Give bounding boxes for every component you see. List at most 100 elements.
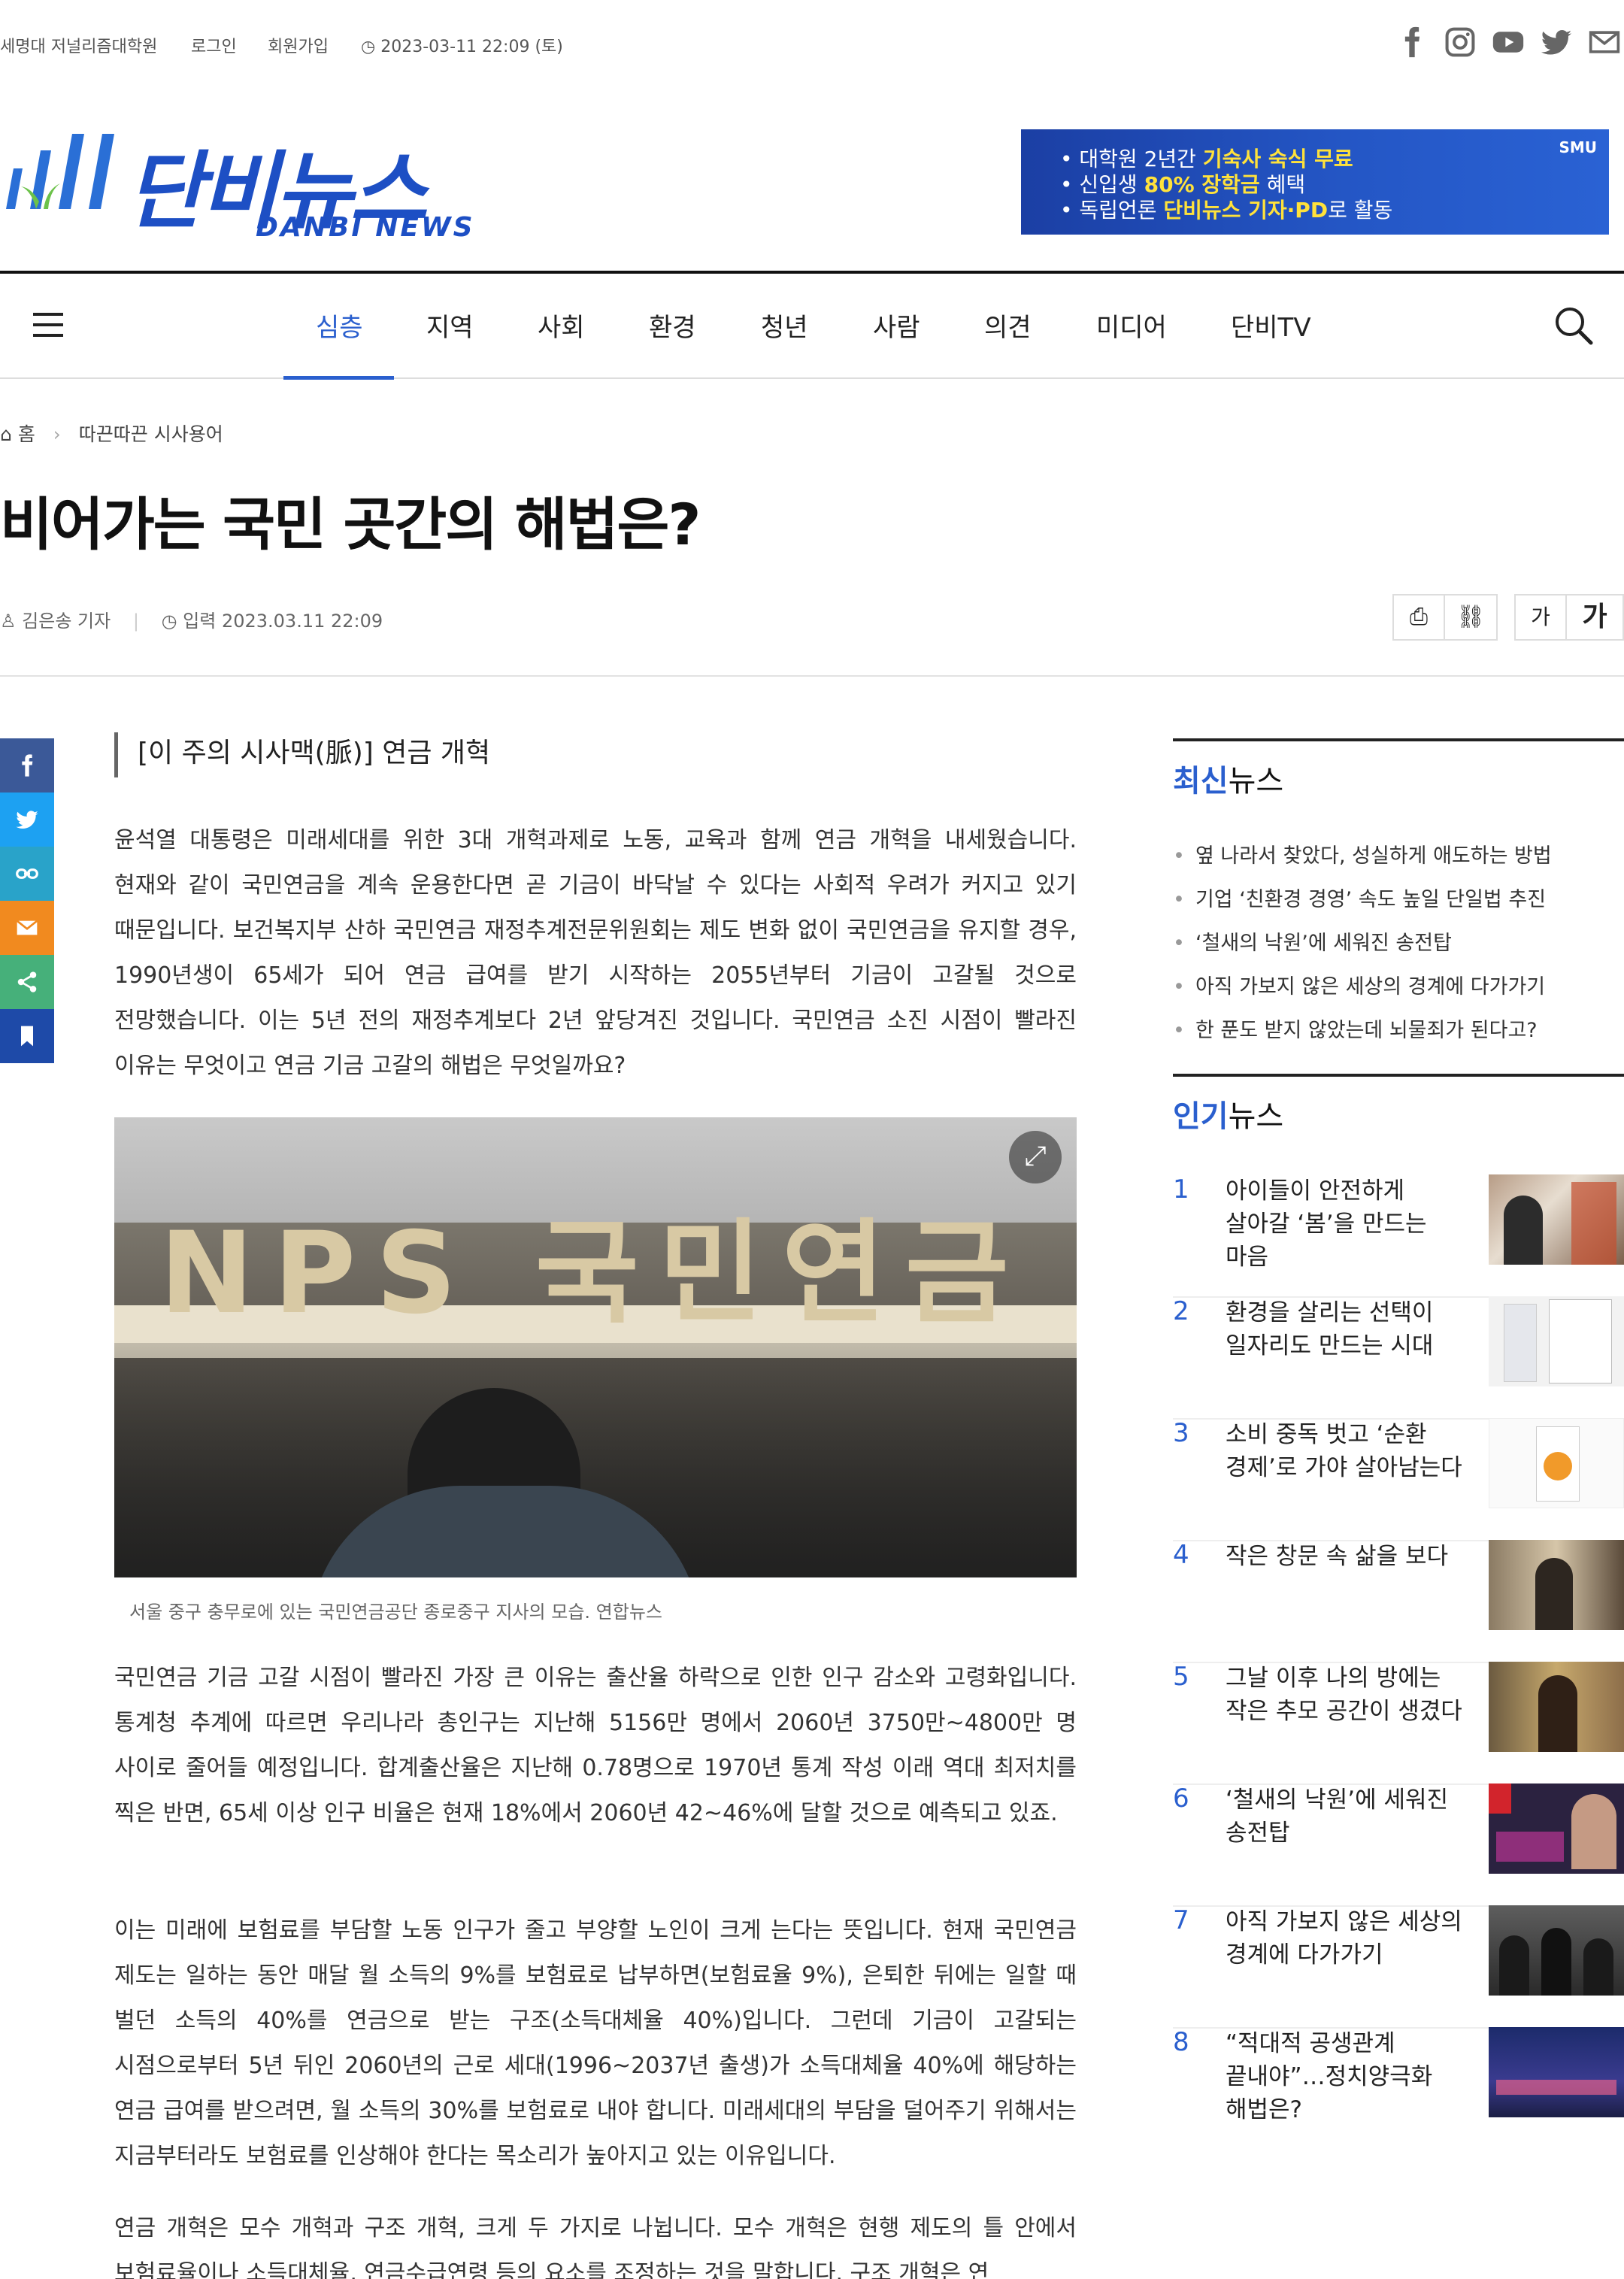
chevron-right-icon: › — [53, 423, 61, 445]
nav-item-society[interactable]: 사회 — [538, 307, 585, 344]
search-icon[interactable] — [1552, 304, 1594, 346]
link-icon: ⛓ — [1456, 604, 1486, 630]
share-facebook-button[interactable] — [0, 738, 54, 792]
admission-banner[interactable]: • 대학원 2년간 기숙사 숙식 무료 • 신입생 80% 장학금 혜택 • 독… — [1021, 129, 1609, 235]
share-more-button[interactable] — [0, 955, 54, 1009]
header-divider — [0, 675, 1624, 677]
popular-news-title[interactable]: 아직 가보지 않은 세상의 경계에 다가가기 — [1226, 1905, 1474, 1971]
nav-active-indicator — [283, 376, 394, 380]
popular-news-thumbnail[interactable] — [1489, 1540, 1624, 1630]
facebook-icon[interactable] — [1395, 26, 1429, 59]
latest-news-item[interactable]: • 한 푼도 받지 않았는데 뇌물죄가 된다고? — [1173, 1014, 1538, 1043]
article-paragraph-1: 윤석열 대통령은 미래세대를 위한 3대 개혁과제로 노동, 교육과 함께 연금… — [114, 827, 1077, 1079]
popular-news-item[interactable]: 7 아직 가보지 않은 세상의 경계에 다가가기 — [1173, 1905, 1624, 2018]
bookmark-button[interactable] — [0, 1009, 54, 1063]
home-icon[interactable]: ⌂ — [0, 423, 12, 445]
site-logo[interactable]: 단비뉴스 DANBI NEWS — [0, 120, 473, 248]
mail-icon — [16, 920, 38, 935]
rank-number: 7 — [1173, 1905, 1189, 1935]
rank-number: 8 — [1173, 2027, 1189, 2057]
twitter-icon[interactable] — [1540, 26, 1573, 59]
popular-news-item[interactable]: 1 아이들이 안전하게 살아갈 ‘봄’을 만드는 마음 — [1173, 1174, 1624, 1287]
share-email-button[interactable] — [0, 901, 54, 955]
nav-item-media[interactable]: 미디어 — [1096, 307, 1167, 344]
share-twitter-button[interactable] — [0, 792, 54, 847]
rank-number: 2 — [1173, 1296, 1189, 1326]
popular-news-title[interactable]: “적대적 공생관계 끝내야”…정치양극화 해법은? — [1226, 2027, 1474, 2126]
font-larger-button[interactable]: 가 — [1567, 594, 1624, 641]
author-name: 김은송 기자 — [22, 611, 111, 632]
latest-news-item[interactable]: • 기업 ‘친환경 경영’ 속도 높일 단일법 추진 — [1173, 883, 1546, 912]
photo-sign-text: NPS 국민연금 — [159, 1208, 1029, 1339]
expand-icon[interactable]: ⤢ — [1009, 1131, 1062, 1183]
signup-link[interactable]: 회원가입 — [268, 33, 329, 57]
youtube-icon[interactable] — [1492, 26, 1525, 59]
nav-item-danbitv[interactable]: 단비TV — [1231, 307, 1311, 344]
popular-news-title[interactable]: 소비 중독 벗고 ‘순환 경제’로 가야 살아남는다 — [1226, 1418, 1474, 1484]
datetime-text: 2023-03-11 22:09 (토) — [380, 38, 563, 56]
popular-news-heading: 인기뉴스 — [1173, 1099, 1284, 1134]
rank-number: 1 — [1173, 1174, 1189, 1205]
article-paragraph-4: 연금 개혁은 모수 개혁과 구조 개혁, 크게 두 가지로 나뉩니다. 모수 개… — [114, 2215, 1077, 2279]
rank-number: 4 — [1173, 1540, 1189, 1570]
article-photo[interactable]: NPS 국민연금 ⤢ — [114, 1117, 1077, 1577]
popular-news-thumbnail[interactable] — [1489, 2027, 1624, 2117]
popular-news-item[interactable]: 6 ‘철새의 낙원’에 세워진 송전탑 — [1173, 1783, 1624, 1896]
popular-news-title[interactable]: 환경을 살리는 선택이 일자리도 만드는 시대 — [1226, 1296, 1474, 1362]
print-button[interactable]: ⎙ — [1392, 594, 1445, 641]
rank-number: 3 — [1173, 1418, 1189, 1448]
popular-news-thumbnail[interactable] — [1489, 1174, 1624, 1265]
nav-item-youth[interactable]: 청년 — [761, 307, 808, 344]
top-utility-bar: 세명대 저널리즘대학원 로그인 회원가입 ◷ 2023-03-11 22:09 … — [0, 0, 1624, 90]
login-link[interactable]: 로그인 — [191, 33, 237, 57]
font-smaller-button[interactable]: 가 — [1514, 594, 1567, 641]
popular-news-title[interactable]: 아이들이 안전하게 살아갈 ‘봄’을 만드는 마음 — [1226, 1174, 1474, 1274]
latest-news-rule — [1173, 738, 1624, 741]
popular-news-title[interactable]: 작은 창문 속 삶을 보다 — [1226, 1540, 1474, 1573]
nav-item-people[interactable]: 사람 — [873, 307, 920, 344]
popular-news-thumbnail[interactable] — [1489, 1783, 1624, 1874]
bookmark-icon — [21, 1026, 33, 1047]
breadcrumb-section[interactable]: 따끈따끈 시사용어 — [79, 423, 223, 445]
hamburger-menu-icon[interactable] — [33, 311, 63, 337]
breadcrumb-home[interactable]: 홈 — [18, 423, 35, 445]
breadcrumb: ⌂ 홈 › 따끈따끈 시사용어 — [0, 420, 223, 447]
clock-icon: ◷ — [361, 38, 376, 56]
share-link-button[interactable] — [0, 847, 54, 901]
popular-news-item[interactable]: 5 그날 이후 나의 방에는 작은 추모 공간이 생겼다 — [1173, 1662, 1624, 1774]
nav-item-region[interactable]: 지역 — [426, 307, 474, 344]
popular-news-thumbnail[interactable] — [1489, 1662, 1624, 1752]
article-subhead: [이 주의 시사맥(脈)] 연금 개혁 — [114, 732, 490, 777]
popular-news-thumbnail[interactable] — [1489, 1418, 1624, 1508]
popular-news-item[interactable]: 2 환경을 살리는 선택이 일자리도 만드는 시대 — [1173, 1296, 1624, 1409]
instagram-icon[interactable] — [1444, 26, 1477, 59]
article-paragraph-2: 국민연금 기금 고갈 시점이 빨라진 가장 큰 이유는 출산율 하락으로 인한 … — [114, 1665, 1077, 1826]
popular-news-rule — [1173, 1074, 1624, 1077]
university-link[interactable]: 세명대 저널리즘대학원 — [0, 33, 157, 57]
mail-icon[interactable] — [1588, 26, 1621, 59]
latest-news-item[interactable]: • ‘철새의 낙원’에 세워진 송전탑 — [1173, 926, 1452, 956]
popular-news-item[interactable]: 8 “적대적 공생관계 끝내야”…정치양극화 해법은? — [1173, 2027, 1624, 2140]
latest-news-item[interactable]: • 옆 나라서 찾았다, 성실하게 애도하는 방법 — [1173, 839, 1552, 868]
latest-news-item[interactable]: • 아직 가보지 않은 세상의 경계에 다가가기 — [1173, 970, 1545, 999]
popular-news-title[interactable]: ‘철새의 낙원’에 세워진 송전탑 — [1226, 1783, 1474, 1850]
popular-news-item[interactable]: 3 소비 중독 벗고 ‘순환 경제’로 가야 살아남는다 — [1173, 1418, 1624, 1531]
copy-link-button[interactable]: ⛓ — [1445, 594, 1498, 641]
popular-news-thumbnail[interactable] — [1489, 1296, 1624, 1386]
byline-divider: | — [132, 611, 139, 632]
popular-news-thumbnail[interactable] — [1489, 1905, 1624, 1996]
main-navigation: 심층 지역 사회 환경 청년 사람 의견 미디어 단비TV — [0, 271, 1624, 380]
latest-news-heading: 최신뉴스 — [1173, 764, 1284, 799]
clock-icon: ◷ — [161, 611, 177, 632]
photo-caption: 서울 중구 충무로에 있는 국민연금공단 종로중구 지사의 모습. 연합뉴스 — [129, 1602, 662, 1623]
nav-item-depth[interactable]: 심층 — [316, 307, 363, 344]
user-icon: ♙ — [0, 611, 17, 632]
publish-date: 입력 2023.03.11 22:09 — [183, 611, 383, 632]
banner-brand: SMU — [1559, 138, 1597, 156]
nav-item-environment[interactable]: 환경 — [649, 307, 696, 344]
popular-news-item[interactable]: 4 작은 창문 속 삶을 보다 — [1173, 1540, 1624, 1653]
printer-icon: ⎙ — [1410, 604, 1428, 630]
article-byline: ♙ 김은송 기자 | ◷ 입력 2023.03.11 22:09 — [0, 606, 383, 632]
popular-news-title[interactable]: 그날 이후 나의 방에는 작은 추모 공간이 생겼다 — [1226, 1662, 1474, 1728]
nav-item-opinion[interactable]: 의견 — [984, 307, 1032, 344]
